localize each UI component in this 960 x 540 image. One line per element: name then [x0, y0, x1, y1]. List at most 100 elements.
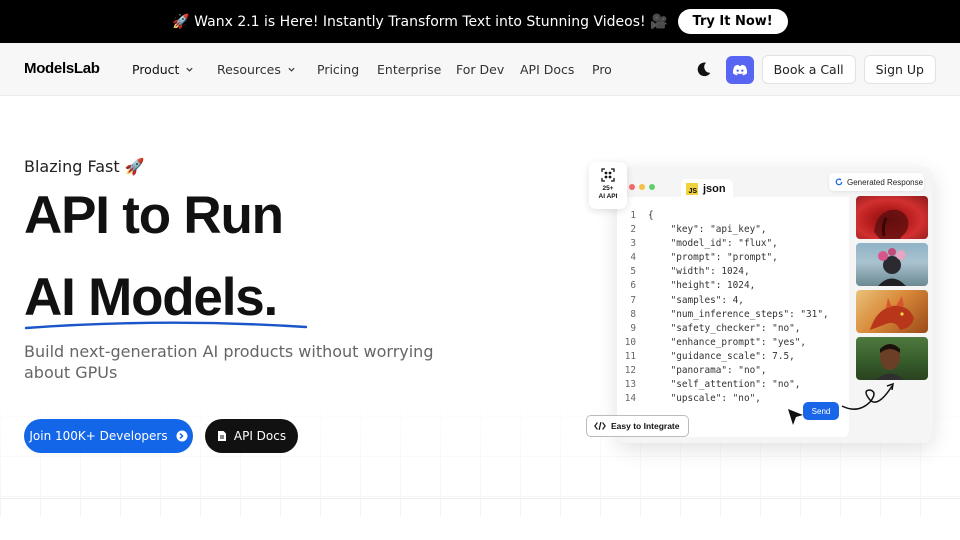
code-line: 11 "guidance_scale": 7.5, [620, 350, 829, 364]
nav-item-pricing[interactable]: Pricing [317, 62, 359, 77]
code-line: 2 "key": "api_key", [620, 223, 829, 237]
hero-subheading: Build next-generation AI products withou… [24, 342, 434, 382]
nav-actions: Book a Call Sign Up [694, 55, 936, 84]
code-line: 4 "prompt": "prompt", [620, 251, 829, 265]
dot-green [649, 184, 655, 190]
dot-yellow [639, 184, 645, 190]
code-line-text: "samples": 4, [648, 294, 744, 306]
code-line-number: 4 [630, 252, 636, 264]
code-line-number: 13 [624, 379, 636, 391]
code-line-number: 7 [630, 294, 636, 306]
code-line-text: "enhance_prompt": "yes", [648, 336, 807, 348]
book-a-call-button[interactable]: Book a Call [761, 55, 856, 84]
nav-item-label: Pro [592, 62, 612, 77]
chevron-down-icon [288, 67, 295, 72]
nav-item-label: API Docs [520, 62, 575, 77]
code-line: 1{ [620, 209, 829, 223]
code-block: 1{2 "key": "api_key", 3 "model_id": "flux… [620, 209, 829, 406]
code-line-text: "height": 1024, [648, 280, 756, 292]
api-docs-label: API Docs [233, 429, 287, 443]
top-nav: ModelsLab Product Resources Pricing Ente… [0, 43, 960, 96]
code-line-number: 1 [630, 210, 636, 221]
announcement-text: 🚀 Wanx 2.1 is Here! Instantly Transform … [172, 13, 668, 30]
code-line-number: 5 [630, 266, 636, 278]
code-line-text: "prompt": "prompt", [648, 252, 778, 264]
code-line-number: 14 [624, 393, 636, 405]
cursor-icon [788, 409, 803, 425]
generated-image-dragon [856, 290, 928, 333]
try-it-now-button[interactable]: Try It Now! [677, 9, 788, 34]
nav-item-pro[interactable]: Pro [592, 62, 612, 77]
join-developers-button[interactable]: Join 100K+ Developers [24, 419, 193, 453]
send-button[interactable]: Send [803, 402, 839, 420]
code-line-number: 9 [630, 322, 636, 334]
code-line-text: "self_attention": "no", [648, 379, 801, 391]
code-line-number: 12 [624, 365, 636, 377]
nav-item-resources[interactable]: Resources [217, 62, 296, 77]
api-docs-button[interactable]: API Docs [205, 419, 298, 453]
code-line-text: "model_id": "flux", [648, 238, 778, 250]
document-icon [217, 431, 226, 441]
js-icon: JS [686, 183, 698, 195]
generated-image-elephant [856, 196, 928, 239]
code-line-text: { [648, 210, 654, 221]
nav-item-product[interactable]: Product [132, 62, 194, 77]
code-line: 9 "safety_checker": "no", [620, 322, 829, 336]
code-line: 5 "width": 1024, [620, 265, 829, 279]
moon-icon[interactable] [694, 60, 714, 80]
code-line: 7 "samples": 4, [620, 294, 829, 308]
generated-response-label: Generated Response [847, 177, 924, 187]
generated-response-badge: Generated Response [829, 173, 924, 191]
section-divider [0, 498, 960, 499]
arrow-curve [841, 382, 894, 410]
code-line: 14 "upscale": "no", [620, 392, 829, 406]
code-tab-json[interactable]: JS json [681, 179, 733, 199]
code-line-text: "num_inference_steps": "31", [648, 308, 829, 320]
scan-icon [601, 168, 615, 182]
join-developers-label: Join 100K+ Developers [29, 429, 168, 443]
code-line-text: "key": "api_key", [648, 224, 767, 236]
code-line: 3 "model_id": "flux", [620, 237, 829, 251]
sign-up-button[interactable]: Sign Up [863, 55, 936, 84]
code-line-number: 6 [630, 280, 636, 292]
announcement-bar: 🚀 Wanx 2.1 is Here! Instantly Transform … [0, 0, 960, 43]
code-line-number: 2 [630, 224, 636, 236]
dot-red [629, 184, 635, 190]
generated-image-portrait-flowers [856, 243, 928, 286]
nav-item-enterprise[interactable]: Enterprise [377, 62, 441, 77]
code-tab-label: json [703, 183, 726, 195]
code-line-text: "upscale": "no", [648, 393, 761, 405]
code-line-text: "width": 1024, [648, 266, 750, 278]
code-line-text: "safety_checker": "no", [648, 322, 801, 334]
ai-badge-count: 25+ [602, 185, 614, 192]
nav-item-label: For Dev [456, 62, 505, 77]
code-line-number: 3 [630, 238, 636, 250]
nav-item-label: Pricing [317, 62, 360, 77]
hero-eyebrow: Blazing Fast 🚀 [24, 157, 145, 176]
nav-item-api-docs[interactable]: API Docs [520, 62, 574, 77]
code-line-number: 8 [630, 308, 636, 320]
nav-item-label: Product [132, 62, 180, 77]
hero-headline-line1: API to Run [24, 186, 284, 245]
nav-item-for-dev[interactable]: For Dev [456, 62, 504, 77]
logo[interactable]: ModelsLab [24, 60, 100, 77]
code-line-number: 10 [624, 336, 636, 348]
code-line-text: "panorama": "no", [648, 365, 767, 377]
ai-badge-label: AI API [598, 193, 618, 200]
easy-to-integrate-label: Easy to Integrate [611, 421, 680, 431]
code-line: 13 "self_attention": "no", [620, 378, 829, 392]
nav-item-label: Resources [217, 62, 281, 77]
code-line-number: 11 [624, 350, 636, 362]
generated-image-woman [856, 337, 928, 380]
ai-api-badge: 25+ AI API [589, 162, 627, 209]
window-dots [629, 184, 655, 190]
code-icon [594, 422, 606, 430]
refresh-icon [835, 178, 843, 186]
easy-to-integrate-badge: Easy to Integrate [586, 415, 689, 437]
discord-icon[interactable] [725, 55, 754, 84]
headline-underline [24, 321, 308, 330]
code-line-text: "guidance_scale": 7.5, [648, 350, 795, 362]
code-line: 12 "panorama": "no", [620, 364, 829, 378]
code-line: 10 "enhance_prompt": "yes", [620, 336, 829, 350]
nav-item-label: Enterprise [377, 62, 442, 77]
